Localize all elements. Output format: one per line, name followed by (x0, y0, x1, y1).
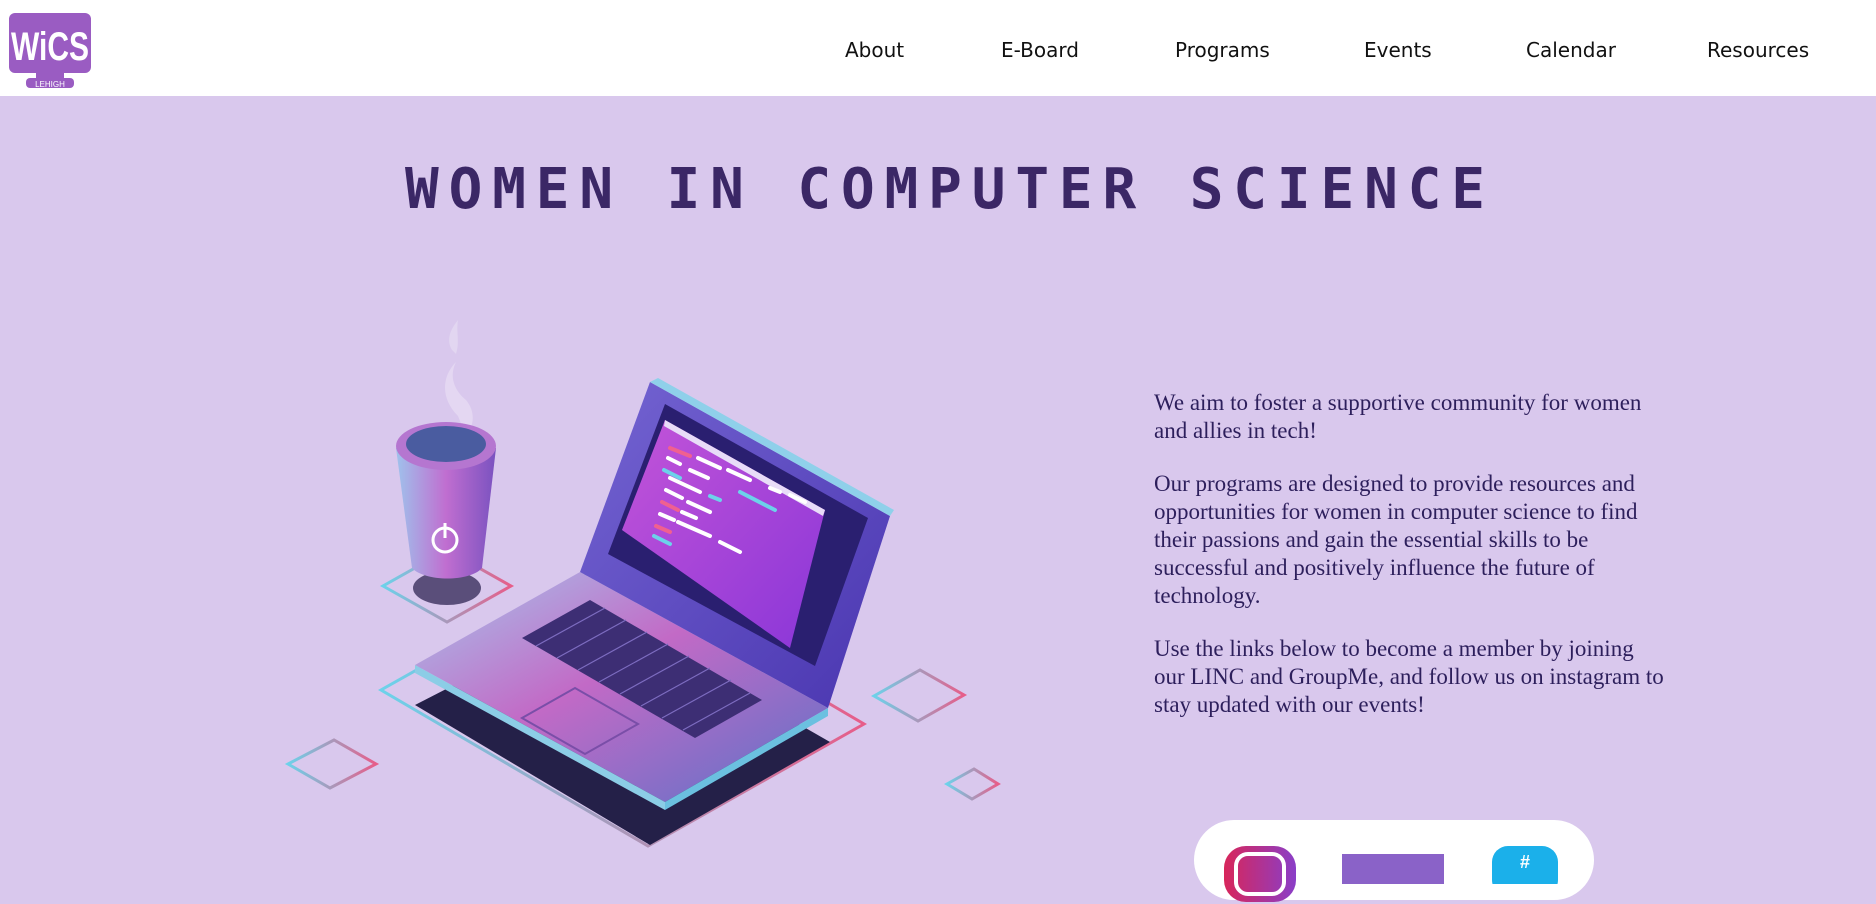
instagram-icon[interactable] (1222, 844, 1298, 904)
steam (449, 320, 458, 354)
laptop-coffee-illustration (284, 320, 1001, 848)
nav-eboard[interactable]: E-Board (1001, 38, 1079, 62)
nav-events[interactable]: Events (1364, 38, 1432, 62)
nav-calendar[interactable]: Calendar (1526, 38, 1616, 62)
hero-title: WOMEN IN COMPUTER SCIENCE (405, 157, 1485, 222)
nav-programs[interactable]: Programs (1175, 38, 1270, 62)
intro-paragraph: We aim to foster a supportive community … (1154, 390, 1642, 443)
linc-icon[interactable] (1342, 844, 1444, 884)
top-navbar: WiCS LEHIGH About E-Board Programs Event… (0, 0, 1876, 96)
wics-logo[interactable]: WiCS LEHIGH (8, 12, 92, 90)
intro-paragraph: Our programs are designed to provide res… (1154, 471, 1638, 608)
logo-text: WiCS (11, 25, 89, 69)
coffee-surface (406, 426, 486, 462)
hero-title-text: WOMEN IN COMPUTER SCIENCE (405, 157, 1485, 222)
intro-paragraph: Use the links below to become a member b… (1154, 636, 1664, 717)
nav-resources[interactable]: Resources (1707, 38, 1809, 62)
social-links-card: # (1194, 820, 1594, 902)
small-diamond (284, 738, 380, 790)
small-diamond (944, 767, 1001, 801)
logo-subtext: LEHIGH (35, 80, 65, 89)
intro-text: We aim to foster a supportive community … (1154, 389, 1664, 744)
groupme-icon[interactable]: # (1492, 844, 1558, 884)
svg-text:#: # (1520, 852, 1530, 872)
nav-about[interactable]: About (845, 38, 904, 62)
small-diamond (870, 668, 968, 723)
